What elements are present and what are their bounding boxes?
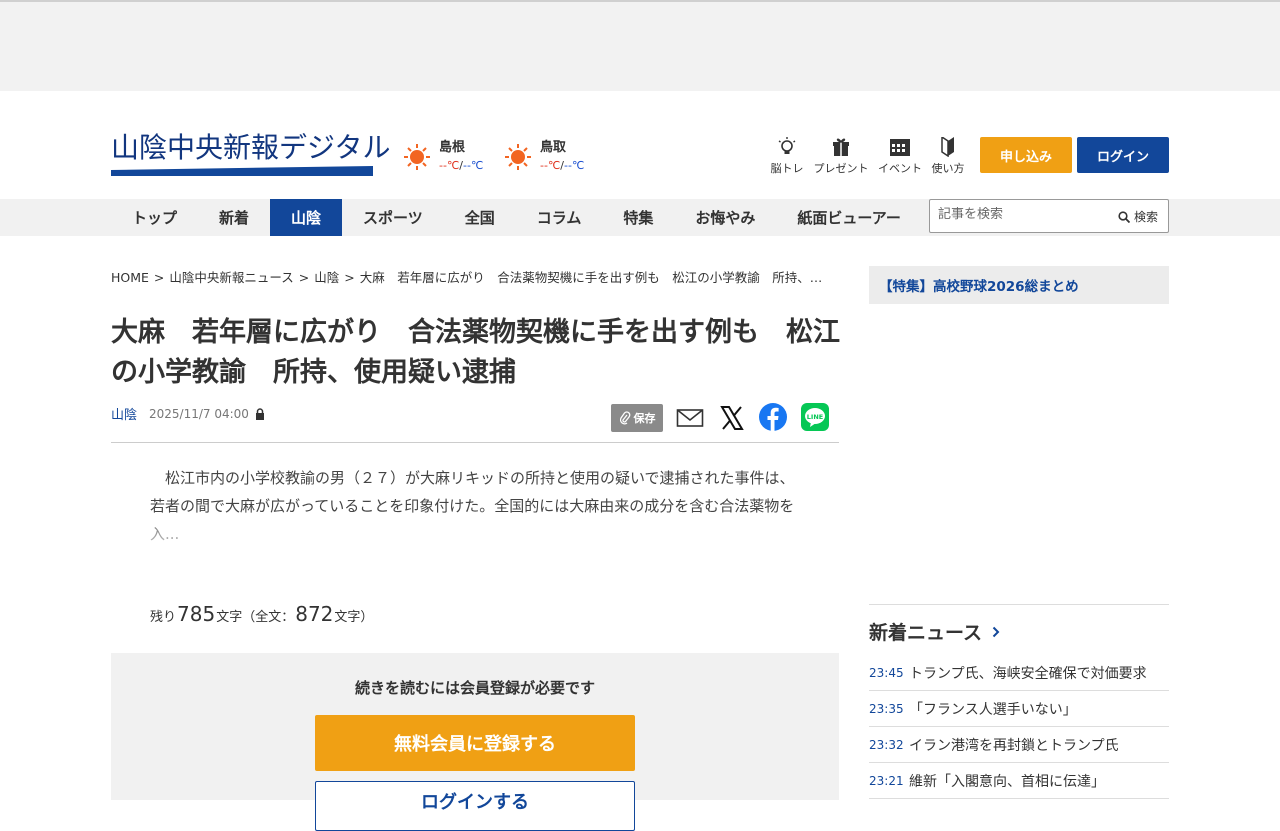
nav-item-national[interactable]: 全国 [444,199,516,236]
latest-news-list: 23:45 トランプ氏、海峡安全確保で対価要求 23:35 「フランス人選手いな… [869,655,1169,799]
icon-label: 使い方 [931,162,965,175]
nav-item-new[interactable]: 新着 [198,199,270,236]
chevron-right-icon: > [344,270,355,285]
gift-icon [833,138,849,156]
logo-text: 山陰中央新報デジタル [111,131,391,164]
breadcrumb-news[interactable]: 山陰中央新報ニュース [169,270,293,285]
icon-label: イベント [878,162,922,175]
ad-banner-area [0,2,1280,91]
icon-label: プレゼント [813,162,869,175]
save-button[interactable]: 保存 [611,404,663,432]
present-link[interactable]: プレゼント [812,137,870,176]
news-item[interactable]: 23:32 イラン港湾を再封鎖とトランプ氏 [869,727,1169,763]
paperclip-icon [619,411,630,425]
remaining-count: 785 [177,602,216,626]
how-to-link[interactable]: 使い方 [930,137,966,176]
article-date: 2025/11/7 04:00 [149,406,249,421]
text-fade-overlay [150,520,795,548]
news-item[interactable]: 23:35 「フランス人選手いない」 [869,691,1169,727]
paywall-login-button[interactable]: ログインする [315,781,635,831]
main-nav-bar: トップ 新着 山陰 スポーツ 全国 コラム 特集 お悔やみ 紙面ビューアー 検索 [0,199,1280,236]
article-category[interactable]: 山陰 [111,404,137,423]
nav-item-viewer[interactable]: 紙面ビューアー [776,199,922,236]
lock-icon [255,407,264,420]
paywall-box: 続きを読むには会員登録が必要です 無料会員に登録する ログインする [111,653,839,831]
news-title: 「フランス人選手いない」 [909,701,1077,718]
save-label: 保存 [633,412,656,425]
nav-item-sports[interactable]: スポーツ [342,199,444,236]
search-box: 検索 [929,199,1169,233]
sidebar-divider [869,604,1169,605]
facebook-share-icon[interactable] [759,403,787,431]
beginner-mark-icon [941,137,954,157]
news-title: 維新「入閣意向、首相に伝達」 [909,773,1105,790]
breadcrumb-sanin[interactable]: 山陰 [314,270,339,285]
weather-temp: --℃/--℃ [540,159,585,172]
weather-location: 鳥取 [540,140,567,155]
svg-text:LINE: LINE [807,413,823,421]
news-title: トランプ氏、海峡安全確保で対価要求 [909,665,1147,682]
weather-shimane[interactable]: 島根 --℃/--℃ [403,139,483,173]
main-nav: トップ 新着 山陰 スポーツ 全国 コラム 特集 お悔やみ 紙面ビューアー [111,199,922,236]
news-time: 23:32 [869,737,904,752]
mail-share-icon[interactable] [676,403,704,431]
remaining-chars: 残り 785 文字（全文： 872 文字） [150,602,374,626]
register-button[interactable]: 無料会員に登録する [315,715,635,771]
article-title: 大麻 若年層に広がり 合法薬物契機に手を出す例も 松江の小学教諭 所持、使用疑い… [111,317,840,388]
news-item[interactable]: 23:45 トランプ氏、海峡安全確保で対価要求 [869,655,1169,691]
chevron-right-icon [992,626,1000,637]
logo-swoosh [111,166,373,176]
login-button[interactable]: ログイン [1077,137,1169,173]
news-item[interactable]: 23:21 維新「入閣意向、首相に伝達」 [869,763,1169,799]
breadcrumb: HOME > 山陰中央新報ニュース > 山陰 > 大麻 若年層に広がり 合法薬物契機に手を出… [111,267,839,286]
meta-divider [111,442,839,443]
apply-button[interactable]: 申し込み [980,137,1072,173]
sun-icon [404,144,430,170]
search-input[interactable] [938,207,1103,222]
nav-item-obituary[interactable]: お悔やみ [674,199,776,236]
site-header: 山陰中央新報デジタル 島根 --℃/--℃ 鳥取 --℃/--℃ 脳トレ プレゼ… [0,91,1280,199]
breadcrumb-current: 大麻 若年層に広がり 合法薬物契機に手を出す例も 松江の小学教諭 所持、… [359,270,823,285]
breadcrumb-home[interactable]: HOME [111,270,149,285]
site-logo[interactable]: 山陰中央新報デジタル [111,131,391,176]
weather-location: 島根 [439,140,466,155]
nav-item-column[interactable]: コラム [516,199,603,236]
line-share-icon[interactable]: LINE [801,403,829,431]
weather-temp: --℃/--℃ [439,159,484,172]
search-icon [1118,210,1130,223]
news-time: 23:35 [869,701,904,716]
news-title: イラン港湾を再封鎖とトランプ氏 [909,737,1119,754]
total-count: 872 [295,602,334,626]
search-button-label: 検索 [1133,210,1158,224]
nav-item-sanin[interactable]: 山陰 [270,199,343,236]
x-share-icon[interactable] [719,405,745,431]
icon-label: 脳トレ [770,162,804,175]
weather-tottori[interactable]: 鳥取 --℃/--℃ [504,139,584,173]
nav-item-top[interactable]: トップ [111,199,198,236]
news-time: 23:45 [869,665,904,680]
event-link[interactable]: イベント [877,137,923,176]
news-time: 23:21 [869,773,904,788]
latest-news-title: 新着ニュース [869,622,983,644]
chevron-right-icon: > [153,270,165,285]
brain-training-link[interactable]: 脳トレ [769,137,805,176]
latest-news-heading[interactable]: 新着ニュース [869,618,1000,645]
sun-icon [505,144,531,170]
article-meta: 山陰 2025/11/7 04:00 [111,404,265,423]
nav-item-feature[interactable]: 特集 [602,199,674,236]
calendar-icon [890,139,910,156]
lightbulb-icon [778,137,796,154]
search-button[interactable]: 検索 [1118,208,1158,225]
paywall-message: 続きを読むには会員登録が必要です [354,679,595,697]
chevron-right-icon: > [298,270,310,285]
feature-banner-link[interactable]: 【特集】高校野球2026総まとめ [869,266,1169,304]
